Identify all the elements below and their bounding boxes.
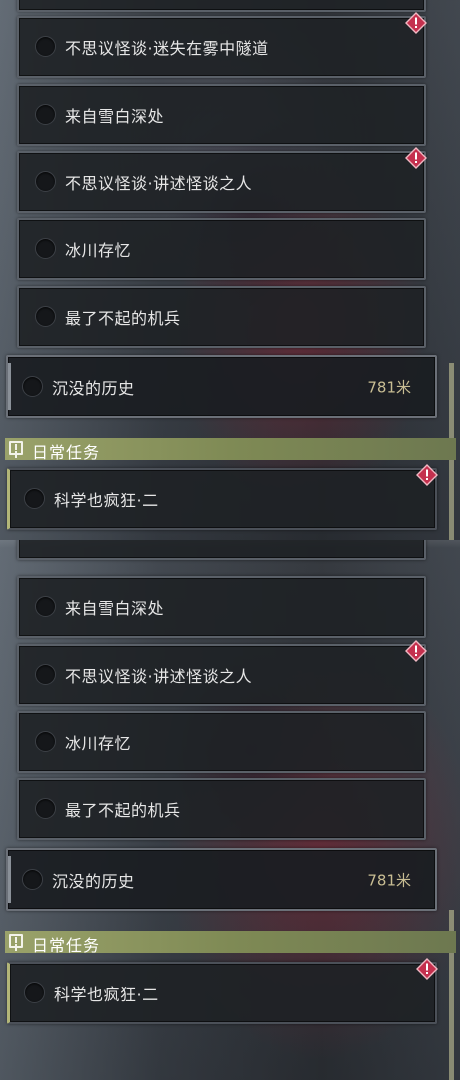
status-circle-icon (35, 238, 56, 259)
quest-label: 最了不起的机兵 (65, 801, 181, 820)
quest-label: 沉没的历史 (52, 378, 135, 398)
quest-entry-selected[interactable]: 沉没的历史 781米 (6, 355, 437, 418)
quest-entry-selected[interactable]: 沉没的历史 781米 (6, 848, 437, 911)
status-circle-icon (35, 104, 56, 125)
exclamation-diamond-icon (405, 12, 427, 34)
quest-distance: 781米 (367, 378, 411, 396)
quest-label: 冰川存忆 (65, 734, 132, 753)
quest-label: 不思议怪谈·迷失在雾中隧道 (65, 540, 269, 541)
status-circle-icon (35, 798, 56, 819)
status-circle-icon (24, 982, 45, 1003)
daily-section-header: 日常任务 (5, 931, 456, 955)
exclamation-diamond-icon (405, 147, 427, 169)
exclamation-diamond-icon (405, 640, 427, 662)
quest-entry[interactable]: 来自雪白深处 (17, 576, 426, 638)
quest-label: 科学也疯狂·二 (54, 985, 159, 1004)
quest-entry[interactable]: 不思议怪谈·讲述怪谈之人 (17, 151, 426, 213)
quest-label: 来自雪白深处 (65, 599, 165, 618)
status-circle-icon (24, 488, 45, 509)
quest-label: 沉没的历史 (52, 871, 135, 891)
quest-label: 科学也疯狂·二 (54, 491, 159, 510)
exclamation-box-icon (9, 934, 23, 948)
exclamation-diamond-icon (416, 958, 438, 980)
daily-section-title: 日常任务 (32, 443, 101, 462)
exclamation-box-icon (9, 441, 23, 455)
quest-entry-daily[interactable]: 科学也疯狂·二 (7, 962, 437, 1024)
quest-label: 最了不起的机兵 (65, 309, 181, 328)
daily-section-title: 日常任务 (32, 936, 101, 955)
quest-label: 不思议怪谈·讲述怪谈之人 (65, 174, 253, 193)
quest-entry[interactable]: 冰川存忆 (17, 711, 426, 773)
quest-label: 不思议怪谈·讲述怪谈之人 (65, 667, 253, 686)
quest-entry[interactable]: 最了不起的机兵 (17, 286, 426, 348)
quest-distance: 781米 (367, 871, 411, 889)
status-circle-icon (35, 306, 56, 327)
status-circle-icon (35, 731, 56, 752)
quest-entry[interactable]: 来自雪白深处 (17, 84, 426, 146)
status-circle-icon (35, 596, 56, 617)
quest-entry[interactable]: 不思议怪谈·迷失在雾中隧道 (17, 16, 426, 78)
status-circle-icon (22, 375, 43, 397)
status-circle-icon (35, 664, 56, 685)
quest-label: 不思议怪谈·迷失在雾中隧道 (65, 39, 269, 58)
quest-entry-partial[interactable]: 不思议怪谈·迷失在雾中隧道 (17, 540, 426, 560)
status-circle-icon (22, 868, 43, 890)
status-circle-icon (35, 36, 56, 57)
quest-entry[interactable]: 最了不起的机兵 (17, 778, 426, 840)
quest-entry-partial[interactable] (17, 0, 426, 12)
quest-entry-daily[interactable]: 科学也疯狂·二 (7, 468, 437, 530)
quest-entry[interactable]: 冰川存忆 (17, 218, 426, 280)
daily-section-header: 日常任务 (5, 438, 456, 462)
quest-list-panel: 不思议怪谈·迷失在雾中隧道 来自雪白深处 不思议怪谈·讲述怪谈之人 冰川存忆 最… (0, 540, 460, 1080)
status-circle-icon (35, 171, 56, 192)
exclamation-diamond-icon (416, 464, 438, 486)
quest-entry[interactable]: 不思议怪谈·讲述怪谈之人 (17, 644, 426, 706)
quest-label: 来自雪白深处 (65, 107, 165, 126)
quest-label: 冰川存忆 (65, 241, 132, 260)
quest-list-panel: 不思议怪谈·迷失在雾中隧道 来自雪白深处 不思议怪谈·讲述怪谈之人 冰川存忆 最… (0, 0, 460, 540)
